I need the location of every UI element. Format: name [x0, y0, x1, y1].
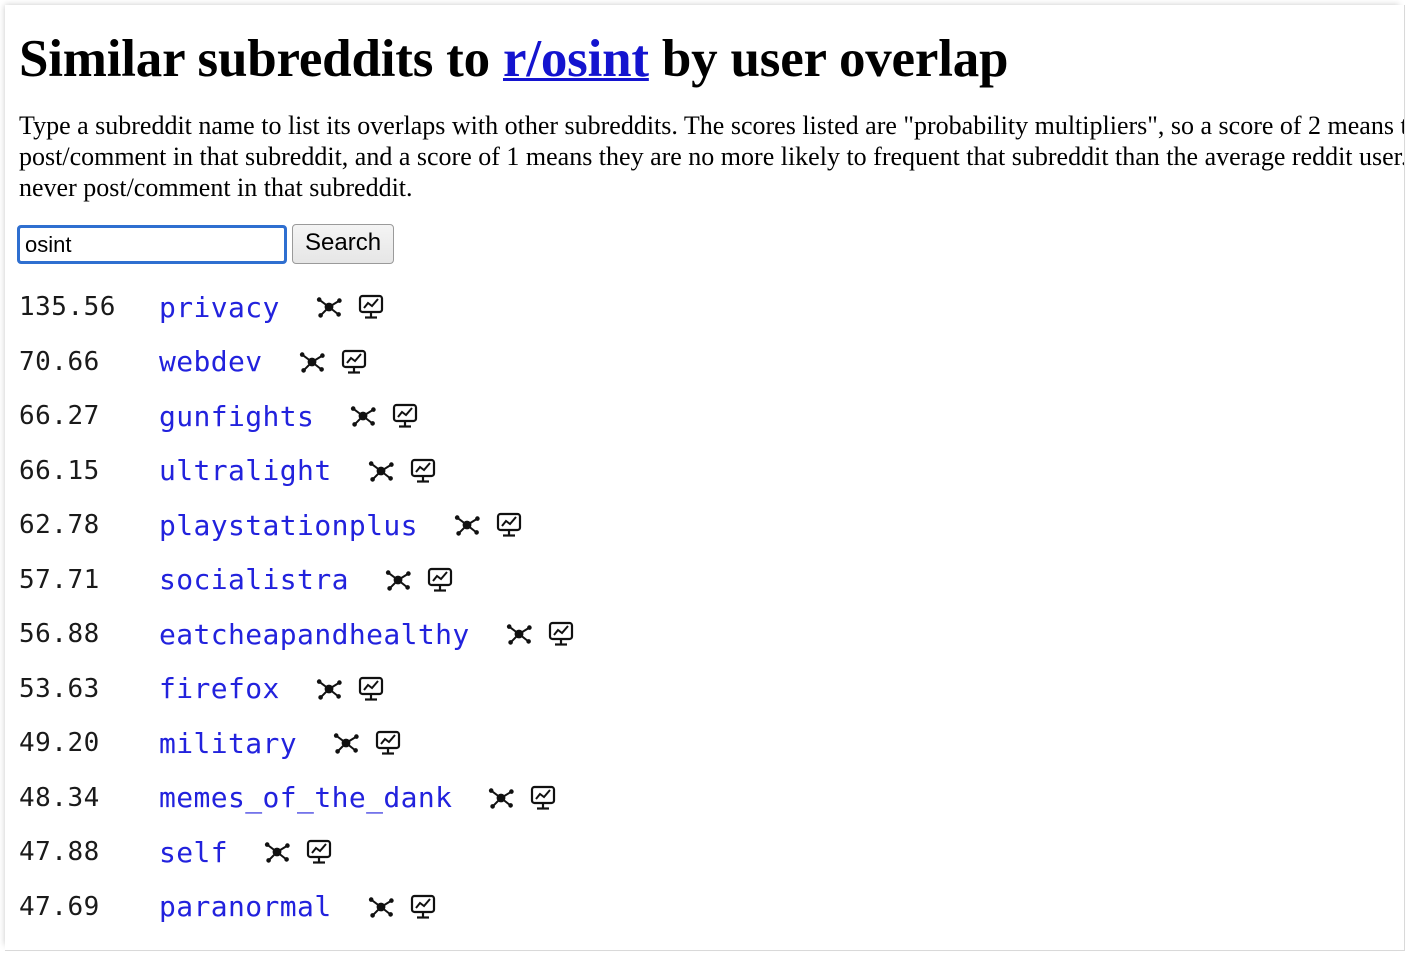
result-score: 135.56	[19, 292, 116, 323]
network-graph-icon[interactable]	[486, 783, 516, 813]
chart-on-screen-icon[interactable]	[356, 674, 386, 704]
network-graph-icon[interactable]	[383, 565, 413, 595]
result-score: 47.69	[19, 891, 100, 922]
chart-on-screen-icon[interactable]	[304, 837, 334, 867]
result-subreddit-link[interactable]: paranormal	[159, 890, 332, 923]
result-subreddit-link[interactable]: playstationplus	[159, 509, 418, 542]
result-row: 57.71 socialistra	[19, 553, 1404, 608]
network-graph-icon[interactable]	[331, 728, 361, 758]
chart-on-screen-icon[interactable]	[339, 347, 369, 377]
result-row: 47.69 paranormal	[19, 880, 1404, 935]
result-score: 57.71	[19, 564, 100, 595]
search-button[interactable]: Search	[292, 224, 395, 265]
intro-text-part-1: Type a subreddit name to list its overla…	[19, 111, 1405, 141]
result-subreddit-link[interactable]: privacy	[159, 291, 280, 324]
clipped-next-result-row: 46.92 opendirectories	[19, 943, 719, 950]
result-icon-group	[452, 510, 524, 540]
page-title: Similar subreddits to r/osint by user ov…	[19, 30, 1404, 88]
network-graph-icon[interactable]	[452, 510, 482, 540]
result-icon-group	[366, 892, 438, 922]
result-icon-group	[504, 619, 576, 649]
chart-on-screen-icon[interactable]	[425, 565, 455, 595]
network-graph-icon[interactable]	[262, 837, 292, 867]
result-row: 48.34 memes_of_the_dank	[19, 771, 1404, 826]
page-title-prefix: Similar subreddits to	[19, 30, 503, 88]
result-icon-group	[314, 674, 386, 704]
result-score: 70.66	[19, 346, 100, 377]
result-score: 66.27	[19, 401, 100, 432]
result-subreddit-link[interactable]: webdev	[159, 345, 263, 378]
result-score: 48.34	[19, 782, 100, 813]
result-score: 53.63	[19, 673, 100, 704]
chart-on-screen-icon[interactable]	[546, 619, 576, 649]
result-icon-group	[366, 456, 438, 486]
network-graph-icon[interactable]	[366, 892, 396, 922]
document-body: Similar subreddits to r/osint by user ov…	[5, 5, 1405, 935]
result-row: 49.20 military	[19, 716, 1404, 771]
chart-on-screen-icon[interactable]	[494, 510, 524, 540]
chart-on-screen-icon[interactable]	[408, 456, 438, 486]
network-graph-icon[interactable]	[314, 674, 344, 704]
result-score: 49.20	[19, 728, 100, 759]
result-score: 47.88	[19, 837, 100, 868]
result-icon-group	[331, 728, 403, 758]
network-graph-icon[interactable]	[504, 619, 534, 649]
result-row: 66.15 ultralight	[19, 444, 1404, 499]
result-subreddit-link[interactable]: eatcheapandhealthy	[159, 618, 470, 651]
page-title-subreddit-link[interactable]: r/osint	[503, 30, 649, 88]
result-subreddit-link[interactable]: self	[159, 836, 228, 869]
result-row: 135.56 privacy	[19, 280, 1404, 335]
result-subreddit-link[interactable]: firefox	[159, 672, 280, 705]
result-row: 47.88 self	[19, 825, 1404, 880]
result-subreddit-link[interactable]: memes_of_the_dank	[159, 781, 452, 814]
result-subreddit-link[interactable]: ultralight	[159, 454, 332, 487]
result-row: 66.27 gunfights	[19, 389, 1404, 444]
result-score: 62.78	[19, 510, 100, 541]
result-icon-group	[486, 783, 558, 813]
page-title-suffix: by user overlap	[648, 30, 1009, 88]
search-input[interactable]	[17, 224, 287, 264]
browser-page-frame: Similar subreddits to r/osint by user ov…	[5, 5, 1405, 951]
network-graph-icon[interactable]	[366, 456, 396, 486]
result-row: 56.88 eatcheapandhealthy	[19, 607, 1404, 662]
result-score: 66.15	[19, 455, 100, 486]
chart-on-screen-icon[interactable]	[408, 892, 438, 922]
chart-on-screen-icon[interactable]	[528, 783, 558, 813]
result-icon-group	[348, 401, 420, 431]
result-subreddit-link[interactable]: gunfights	[159, 400, 314, 433]
result-icon-group	[314, 292, 386, 322]
intro-text-part-3: never post/comment in that subreddit.	[19, 173, 413, 203]
network-graph-icon[interactable]	[348, 401, 378, 431]
result-subreddit-link[interactable]: military	[159, 727, 297, 760]
result-score: 56.88	[19, 619, 100, 650]
result-row: 53.63 firefox	[19, 662, 1404, 717]
intro-paragraph: Type a subreddit name to list its overla…	[19, 110, 1405, 203]
result-icon-group	[262, 837, 334, 867]
result-row: 62.78 playstationplus	[19, 498, 1404, 553]
network-graph-icon[interactable]	[314, 292, 344, 322]
result-icon-group	[297, 347, 369, 377]
search-form: Search	[17, 224, 1404, 265]
result-subreddit-link[interactable]: socialistra	[159, 563, 349, 596]
network-graph-icon[interactable]	[297, 347, 327, 377]
result-row: 70.66 webdev	[19, 335, 1404, 390]
result-icon-group	[383, 565, 455, 595]
chart-on-screen-icon[interactable]	[356, 292, 386, 322]
chart-on-screen-icon[interactable]	[390, 401, 420, 431]
chart-on-screen-icon[interactable]	[373, 728, 403, 758]
results-list: 135.56 privacy 70.66 webdev 66.27 gunfights 66…	[19, 280, 1404, 935]
